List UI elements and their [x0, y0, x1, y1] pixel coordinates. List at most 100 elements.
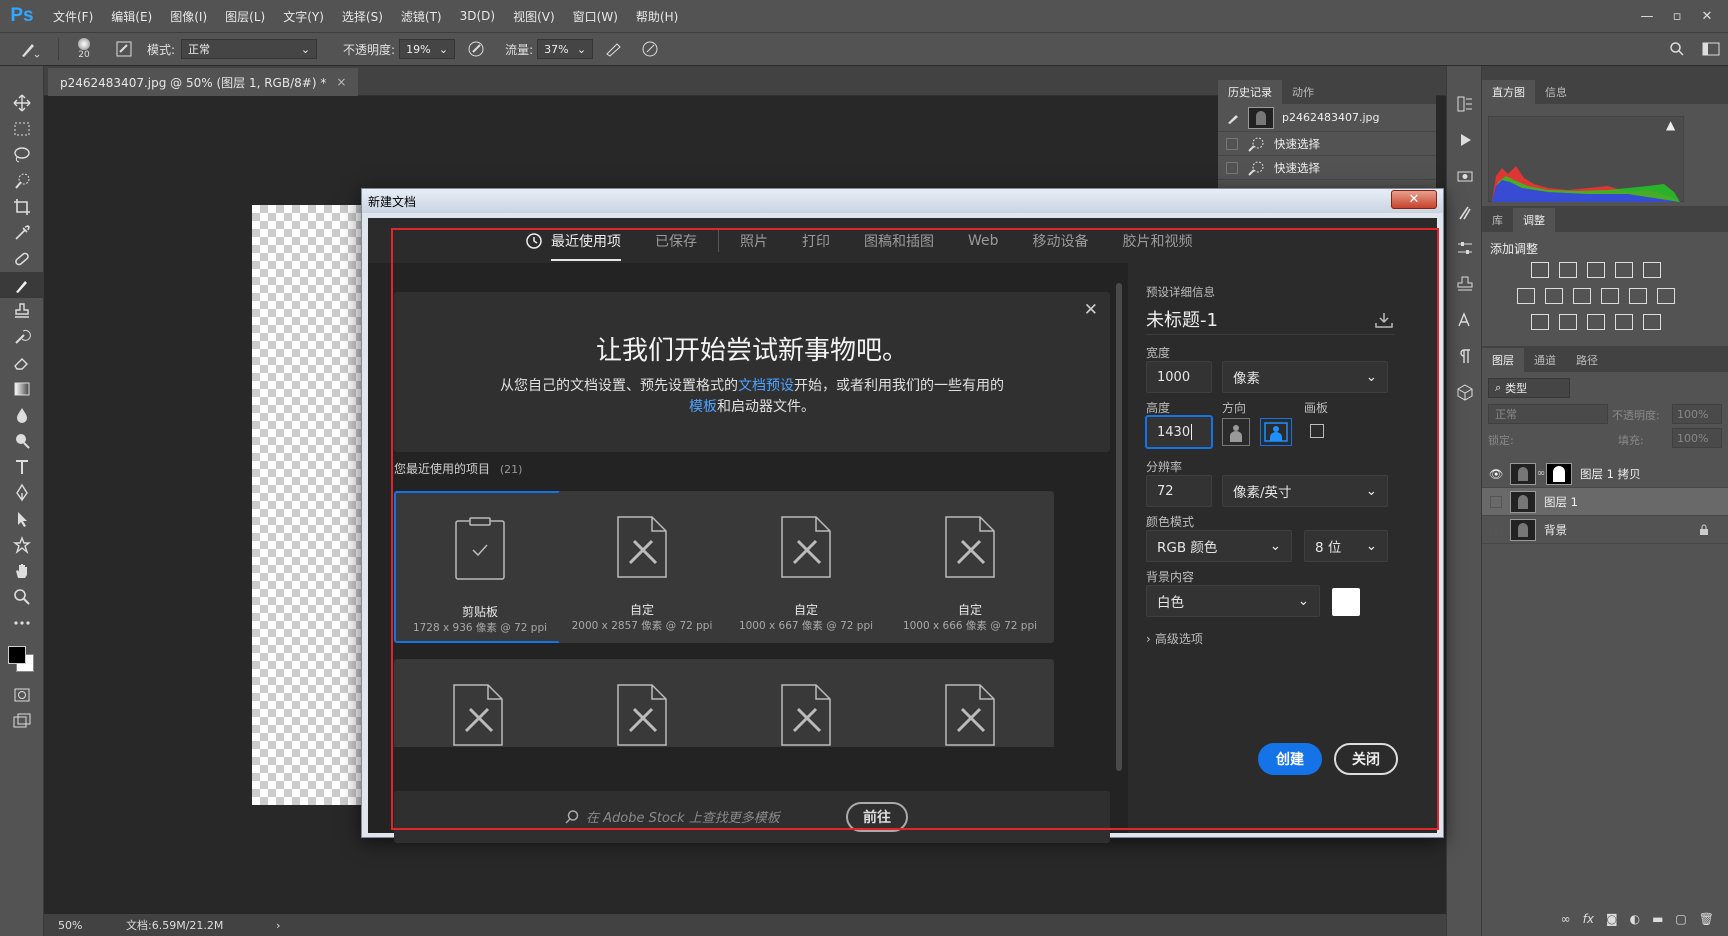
- airbrush-toggle[interactable]: [599, 40, 629, 58]
- invert-icon[interactable]: [1531, 314, 1549, 330]
- history-panel-button[interactable]: [1447, 86, 1483, 122]
- path-selection-tool[interactable]: [0, 506, 44, 532]
- restore-button[interactable]: ▫: [1662, 5, 1692, 27]
- marquee-tool[interactable]: [0, 116, 44, 142]
- blur-tool[interactable]: [0, 402, 44, 428]
- document-tab[interactable]: p2462483407.jpg @ 50% (图层 1, RGB/8#) * ×: [48, 68, 359, 96]
- brush-size-picker[interactable]: 20: [59, 38, 109, 60]
- history-state[interactable]: 快速选择: [1218, 132, 1436, 156]
- crop-tool[interactable]: [0, 194, 44, 220]
- layer-row-selected[interactable]: 图层 1: [1482, 488, 1728, 516]
- trash-icon[interactable]: 🗑: [1699, 912, 1714, 926]
- menu-view[interactable]: 视图(V): [504, 0, 564, 32]
- hue-saturation-icon[interactable]: [1517, 288, 1535, 304]
- healing-brush-tool[interactable]: [0, 246, 44, 272]
- brush-presets-button[interactable]: [1447, 194, 1483, 230]
- menu-edit[interactable]: 编辑(E): [102, 0, 161, 32]
- vibrance-icon[interactable]: [1643, 262, 1661, 278]
- more-tools[interactable]: [0, 610, 44, 636]
- eyedropper-tool[interactable]: [0, 220, 44, 246]
- close-tab-icon[interactable]: ×: [336, 75, 346, 89]
- hand-tool[interactable]: [0, 558, 44, 584]
- minimize-button[interactable]: —: [1632, 5, 1662, 27]
- eraser-tool[interactable]: [0, 350, 44, 376]
- layer-opacity-input[interactable]: 100%: [1672, 404, 1722, 424]
- menu-filter[interactable]: 滤镜(T): [392, 0, 451, 32]
- clone-stamp-tool[interactable]: [0, 298, 44, 324]
- menu-type[interactable]: 文字(Y): [274, 0, 333, 32]
- link-layers-icon[interactable]: ∞: [1561, 912, 1571, 926]
- custom-shape-tool[interactable]: [0, 532, 44, 558]
- eye-icon[interactable]: 👁: [1482, 467, 1510, 481]
- folder-icon[interactable]: ▬: [1652, 912, 1663, 926]
- color-balance-icon[interactable]: [1545, 288, 1563, 304]
- move-tool[interactable]: [0, 90, 44, 116]
- exposure-icon[interactable]: [1615, 262, 1633, 278]
- black-white-icon[interactable]: [1573, 288, 1591, 304]
- dodge-tool[interactable]: [0, 428, 44, 454]
- posterize-icon[interactable]: [1559, 314, 1577, 330]
- menu-help[interactable]: 帮助(H): [627, 0, 687, 32]
- zoom-level[interactable]: 50%: [44, 919, 104, 932]
- curves-icon[interactable]: [1587, 262, 1605, 278]
- menu-window[interactable]: 窗口(W): [564, 0, 627, 32]
- gradient-map-icon[interactable]: [1643, 314, 1661, 330]
- gradient-tool[interactable]: [0, 376, 44, 402]
- new-layer-icon[interactable]: ▢: [1675, 912, 1686, 926]
- adjustment-layer-icon[interactable]: ◐: [1630, 912, 1640, 926]
- color-lookup-icon[interactable]: [1657, 288, 1675, 304]
- menu-layer[interactable]: 图层(L): [216, 0, 274, 32]
- tab-paths[interactable]: 路径: [1566, 348, 1608, 372]
- tab-layers[interactable]: 图层: [1482, 348, 1524, 372]
- cache-warning-icon[interactable]: ▲: [1666, 118, 1675, 132]
- levels-icon[interactable]: [1559, 262, 1577, 278]
- history-brush-tool[interactable]: [0, 324, 44, 350]
- pressure-size-toggle[interactable]: [635, 40, 665, 58]
- tab-actions[interactable]: 动作: [1282, 80, 1324, 104]
- visibility-toggle[interactable]: [1482, 523, 1510, 536]
- foreground-color-swatch[interactable]: [8, 646, 26, 664]
- brightness-icon[interactable]: [1531, 262, 1549, 278]
- lasso-tool[interactable]: [0, 142, 44, 168]
- layer-filter-select[interactable]: ⌕ 类型: [1488, 378, 1570, 398]
- paragraph-panel-button[interactable]: [1447, 338, 1483, 374]
- tab-history[interactable]: 历史记录: [1218, 80, 1282, 104]
- fx-button[interactable]: fx: [1583, 912, 1594, 926]
- channel-mixer-icon[interactable]: [1629, 288, 1647, 304]
- brush-tool[interactable]: [0, 272, 44, 298]
- blend-mode-select[interactable]: 正常: [1488, 404, 1608, 424]
- quick-selection-tool[interactable]: [0, 168, 44, 194]
- tab-info[interactable]: 信息: [1535, 80, 1577, 104]
- tab-channels[interactable]: 通道: [1524, 348, 1566, 372]
- type-tool[interactable]: [0, 454, 44, 480]
- opacity-input[interactable]: 19% ⌄: [399, 39, 456, 59]
- pressure-opacity-toggle[interactable]: [461, 40, 491, 58]
- layer-row[interactable]: 👁 ∞ 图层 1 拷贝: [1482, 460, 1728, 488]
- menu-select[interactable]: 选择(S): [333, 0, 392, 32]
- add-mask-icon[interactable]: ◙: [1606, 912, 1618, 926]
- 3d-panel-button[interactable]: [1447, 374, 1483, 410]
- brush-tool-preset[interactable]: [0, 39, 58, 59]
- threshold-icon[interactable]: [1587, 314, 1605, 330]
- pen-tool[interactable]: [0, 480, 44, 506]
- dialog-close-button[interactable]: ✕: [1391, 190, 1437, 209]
- status-menu-arrow[interactable]: ›: [276, 919, 280, 932]
- actions-panel-button[interactable]: [1447, 122, 1483, 158]
- history-state-checkbox[interactable]: [1226, 161, 1238, 174]
- menu-file[interactable]: 文件(F): [44, 0, 102, 32]
- history-state-checkbox[interactable]: [1226, 137, 1238, 150]
- photo-filter-icon[interactable]: [1601, 288, 1619, 304]
- history-snapshot[interactable]: p2462483407.jpg: [1218, 104, 1436, 132]
- search-button[interactable]: [1660, 41, 1694, 57]
- tab-adjustments[interactable]: 调整: [1513, 208, 1555, 232]
- properties-panel-button[interactable]: [1447, 158, 1483, 194]
- layer-fill-input[interactable]: 100%: [1672, 428, 1722, 448]
- flow-input[interactable]: 37% ⌄: [537, 39, 594, 59]
- character-panel-button[interactable]: [1447, 302, 1483, 338]
- clone-source-button[interactable]: [1447, 266, 1483, 302]
- screen-mode-button[interactable]: [0, 708, 44, 734]
- quick-mask-button[interactable]: [0, 682, 44, 708]
- workspace-button[interactable]: [1694, 41, 1728, 57]
- tab-histogram[interactable]: 直方图: [1482, 80, 1535, 104]
- brush-panel-toggle[interactable]: [109, 40, 139, 58]
